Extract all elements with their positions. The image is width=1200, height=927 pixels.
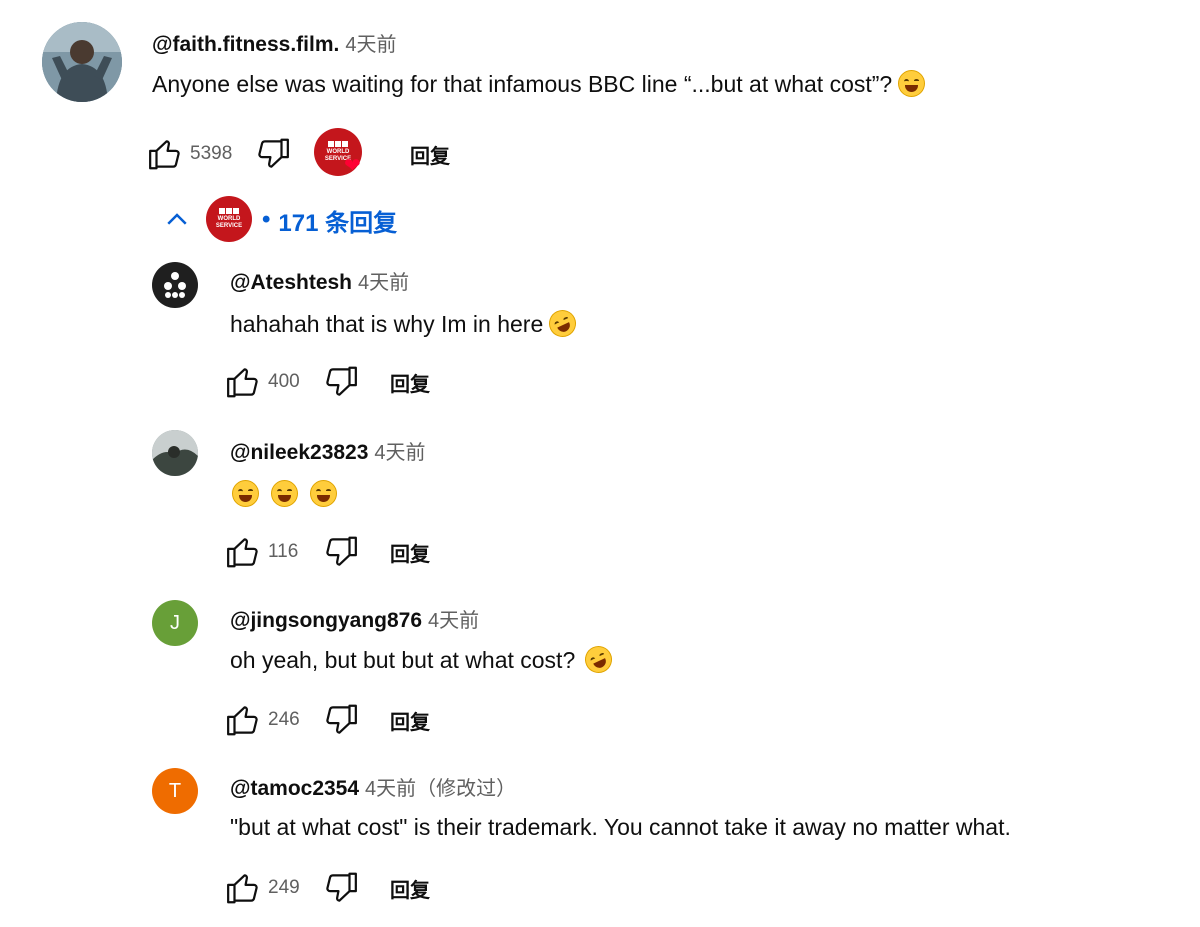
author-handle[interactable]: @tamoc2354 xyxy=(230,777,359,800)
reply-author[interactable]: @tamoc2354 4天前（修改过） xyxy=(230,772,516,801)
dislike-button[interactable] xyxy=(320,532,360,572)
reply-comment: T @tamoc2354 4天前（修改过） "but at what cost" … xyxy=(0,764,1200,924)
like-count: 116 xyxy=(268,541,299,562)
reply-avatar[interactable]: J xyxy=(152,600,198,646)
comment-author[interactable]: @faith.fitness.film. 4天前 xyxy=(152,28,396,57)
reply-text: "but at what cost" is their trademark. Y… xyxy=(230,814,1011,841)
reply-body: hahahah that is why Im in here xyxy=(230,311,544,337)
grinning-squinting-face-icon xyxy=(310,480,337,507)
comment-actions: 5398 WORLD SERVICE ❤ 回复 xyxy=(146,128,450,180)
author-handle[interactable]: @jingsongyang876 xyxy=(230,609,422,632)
like-count: 246 xyxy=(268,709,300,730)
reply-avatar[interactable] xyxy=(152,262,198,308)
thumbs-down-icon xyxy=(326,366,357,396)
thumbs-up-icon xyxy=(227,538,258,568)
reply-comment: @nileek23823 4天前 116 回复 xyxy=(0,428,1200,588)
bbc-world-service-avatar-small: WORLD SERVICE xyxy=(206,196,254,244)
dislike-button[interactable] xyxy=(320,700,360,740)
reply-body: "but at what cost" is their trademark. Y… xyxy=(230,814,1011,840)
like-button[interactable] xyxy=(146,134,186,174)
dislike-button[interactable] xyxy=(252,134,292,174)
reply-text xyxy=(226,480,337,508)
thumbs-down-icon xyxy=(326,872,357,902)
reply-text: hahahah that is why Im in here xyxy=(230,305,581,342)
comment-time[interactable]: 4天前（修改过） xyxy=(365,778,516,800)
reply-body: oh yeah, but but but at what cost? xyxy=(230,647,576,673)
reply-button[interactable]: 回复 xyxy=(390,874,430,903)
chevron-up-icon xyxy=(167,213,187,225)
grinning-squinting-face-icon xyxy=(232,480,259,507)
reply-actions: 246 回复 xyxy=(224,700,430,740)
reply-author[interactable]: @Ateshtesh 4天前 xyxy=(230,266,409,295)
dislike-button[interactable] xyxy=(320,868,360,908)
commenter-avatar[interactable] xyxy=(42,22,122,102)
author-handle[interactable]: @Ateshtesh xyxy=(230,271,352,294)
reply-text: oh yeah, but but but at what cost? xyxy=(230,641,617,678)
avatar-letter: T xyxy=(168,779,182,802)
grinning-squinting-face-icon xyxy=(271,480,298,507)
reply-actions: 400 回复 xyxy=(224,362,430,402)
heart-icon: ❤ xyxy=(344,155,361,177)
rolling-on-floor-laughing-icon xyxy=(544,305,581,342)
thumbs-down-icon xyxy=(326,536,357,566)
reply-author[interactable]: @nileek23823 4天前 xyxy=(230,436,426,465)
main-comment: @faith.fitness.film. 4天前 Anyone else was … xyxy=(0,0,1200,200)
comment-time[interactable]: 4天前 xyxy=(358,272,409,294)
dislike-button[interactable] xyxy=(320,362,360,402)
reply-author[interactable]: @jingsongyang876 4天前 xyxy=(230,604,479,633)
thumbs-down-icon xyxy=(326,704,357,734)
grinning-squinting-face-icon xyxy=(898,70,926,97)
reply-actions: 116 回复 xyxy=(224,532,430,572)
reply-button[interactable]: 回复 xyxy=(390,706,430,735)
like-button[interactable] xyxy=(224,532,264,572)
thumbs-up-icon xyxy=(149,140,180,170)
dots-avatar-icon xyxy=(164,272,186,298)
reply-comment: J @jingsongyang876 4天前 oh yeah, but but b… xyxy=(0,596,1200,756)
author-handle[interactable]: @nileek23823 xyxy=(230,441,368,464)
thumbs-up-icon xyxy=(227,368,258,398)
author-handle[interactable]: @faith.fitness.film. xyxy=(152,33,339,56)
user-photo-avatar-icon xyxy=(42,22,122,102)
reply-avatar[interactable]: T xyxy=(152,768,198,814)
rolling-on-floor-laughing-icon xyxy=(580,641,617,678)
reply-avatar[interactable] xyxy=(152,430,198,476)
like-button[interactable] xyxy=(224,700,264,740)
thumbs-up-icon xyxy=(227,706,258,736)
comment-body: Anyone else was waiting for that infamou… xyxy=(152,71,893,97)
replies-count: 171 条回复 xyxy=(278,209,398,237)
thumbs-down-icon xyxy=(258,138,289,168)
photo-avatar-icon xyxy=(152,430,198,476)
comment-time[interactable]: 4天前 xyxy=(345,34,396,56)
reply-button[interactable]: 回复 xyxy=(390,368,430,397)
creator-heart: WORLD SERVICE ❤ xyxy=(314,128,370,180)
like-button[interactable] xyxy=(224,868,264,908)
reply-actions: 249 回复 xyxy=(224,868,430,908)
like-count: 249 xyxy=(268,877,300,898)
reply-comment: @Ateshtesh 4天前 hahahah that is why Im in … xyxy=(0,258,1200,418)
reply-button[interactable]: 回复 xyxy=(410,140,450,169)
reply-button[interactable]: 回复 xyxy=(390,538,430,567)
avatar-letter: J xyxy=(170,611,180,634)
thumbs-up-icon xyxy=(227,874,258,904)
like-count: 400 xyxy=(268,371,300,392)
replies-toggle[interactable]: WORLD SERVICE • 171 条回复 xyxy=(162,196,397,244)
like-count: 5398 xyxy=(190,143,233,164)
like-button[interactable] xyxy=(224,362,264,402)
comment-time[interactable]: 4天前 xyxy=(428,610,479,632)
bullet: • xyxy=(262,206,271,233)
comment-time[interactable]: 4天前 xyxy=(374,442,425,464)
comment-text: Anyone else was waiting for that infamou… xyxy=(152,70,926,98)
